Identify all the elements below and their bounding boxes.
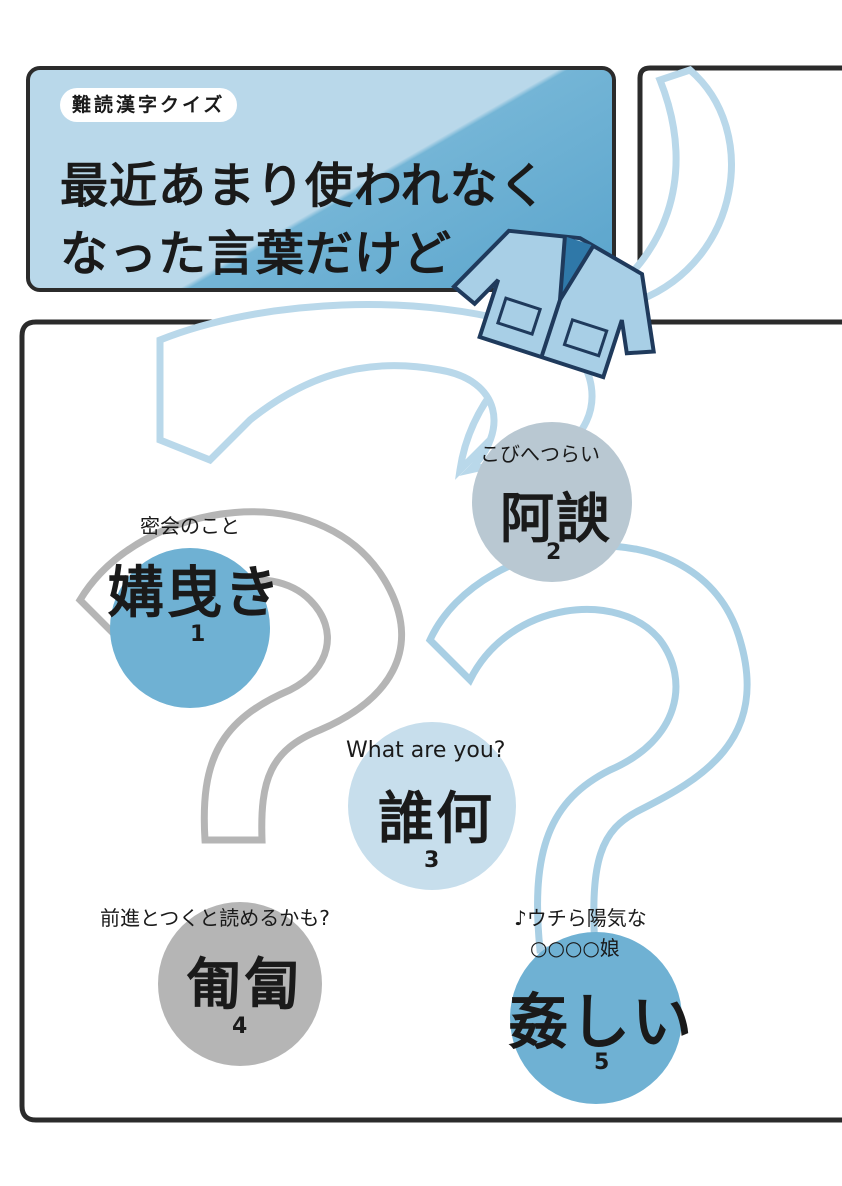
quiz-hint-5a: ♪ウチら陽気な <box>514 906 647 930</box>
title-banner: 難読漢字クイズ 最近あまり使われなく なった言葉だけど <box>26 66 616 292</box>
quiz-word-4: 匍匐 <box>186 953 302 1018</box>
quiz-hint-3: What are you? <box>346 738 506 763</box>
quiz-word-1: 媾曳き <box>108 561 282 626</box>
quiz-number-5: 5 <box>594 1050 610 1075</box>
quiz-word-3: 誰何 <box>378 787 494 852</box>
quiz-hint-1: 密会のこと <box>140 514 240 538</box>
quiz-number-1: 1 <box>190 622 206 647</box>
page-title-line2: なった言葉だけど <box>60 226 453 282</box>
quiz-number-4: 4 <box>232 1014 248 1039</box>
quiz-number-3: 3 <box>424 848 440 873</box>
quiz-badge: 難読漢字クイズ <box>60 88 238 122</box>
quiz-hint-2: こびへつらい <box>480 442 600 466</box>
quiz-hint-4: 前進とつくと読めるかも? <box>100 906 330 930</box>
page-title-line1: 最近あまり使われなく <box>60 158 548 214</box>
quiz-number-2: 2 <box>546 540 562 565</box>
quiz-word-5: 姦しい <box>508 988 694 1058</box>
quiz-hint-5b: ○○○○娘 <box>530 936 620 960</box>
